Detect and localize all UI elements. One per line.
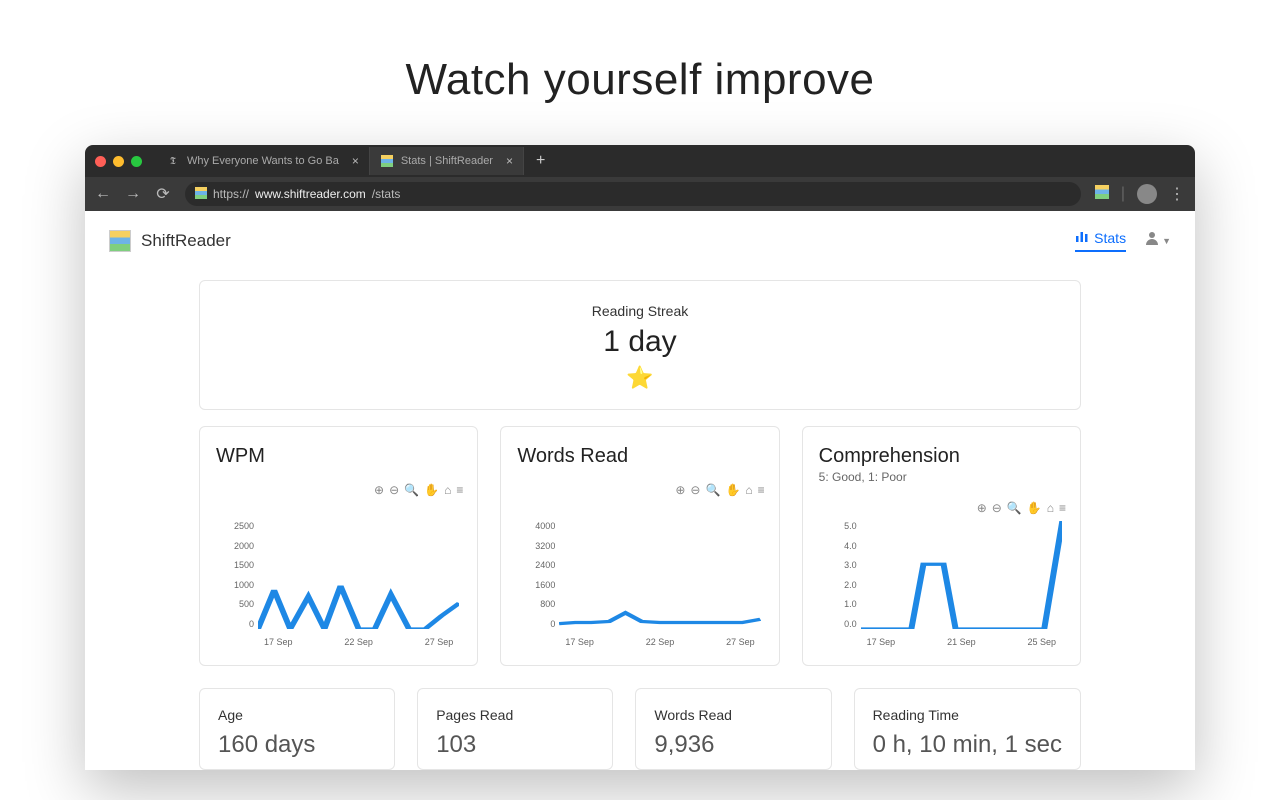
- stats-content: Reading Streak 1 day ⭐ WPM ⊕ ⊖ 🔍 ✋ ⌂ ≡: [109, 262, 1171, 770]
- profile-avatar-icon[interactable]: [1137, 184, 1157, 204]
- browser-tab[interactable]: 𝕿 Why Everyone Wants to Go Ba ×: [156, 147, 370, 175]
- chart-title: WPM: [216, 445, 461, 468]
- pan-icon[interactable]: ✋: [424, 483, 439, 497]
- menu-icon[interactable]: ≡: [456, 483, 463, 497]
- chart-toolbar: ⊕ ⊖ 🔍 ✋ ⌂ ≡: [977, 501, 1066, 515]
- address-bar: ← → ⟳ https://www.shiftreader.com/stats …: [85, 177, 1195, 211]
- zoom-out-icon[interactable]: ⊖: [690, 483, 700, 497]
- chevron-down-icon: ▼: [1162, 236, 1171, 246]
- home-icon[interactable]: ⌂: [444, 483, 451, 497]
- tab-title: Stats | ShiftReader: [401, 155, 493, 167]
- x-axis-ticks: 17 Sep22 Sep27 Sep: [559, 633, 760, 651]
- brand-name: ShiftReader: [141, 231, 231, 251]
- x-axis-ticks: 17 Sep22 Sep27 Sep: [258, 633, 459, 651]
- window-controls: [95, 156, 156, 167]
- chart-subtitle: 5: Good, 1: Poor: [819, 470, 1064, 484]
- chart-plot[interactable]: [861, 521, 1062, 629]
- chart-area: 5.04.03.02.01.00.0 17 Sep21 Sep25 Sep: [821, 521, 1066, 651]
- back-icon[interactable]: ←: [95, 185, 111, 203]
- browser-menu-icon[interactable]: ⋮: [1169, 184, 1185, 204]
- streak-value: 1 day: [200, 325, 1080, 359]
- chart-toolbar: ⊕ ⊖ 🔍 ✋ ⌂ ≡: [675, 483, 764, 497]
- words-read-stat-card: Words Read 9,936: [635, 688, 831, 770]
- stat-value: 9,936: [654, 731, 812, 759]
- tab-title: Why Everyone Wants to Go Ba: [187, 155, 339, 167]
- nav-stats-label: Stats: [1094, 230, 1126, 246]
- x-axis-ticks: 17 Sep21 Sep25 Sep: [861, 633, 1062, 651]
- y-axis-ticks: 5.04.03.02.01.00.0: [821, 521, 857, 629]
- nyt-favicon-icon: 𝕿: [166, 154, 180, 168]
- shiftreader-favicon-icon: [380, 154, 394, 168]
- browser-tab[interactable]: Stats | ShiftReader ×: [370, 147, 524, 175]
- zoom-out-icon[interactable]: ⊖: [389, 483, 399, 497]
- stat-value: 160 days: [218, 731, 376, 759]
- reload-icon[interactable]: ⟳: [155, 184, 171, 204]
- zoom-icon[interactable]: 🔍: [404, 483, 419, 497]
- minimize-window-icon[interactable]: [113, 156, 124, 167]
- stat-label: Words Read: [654, 707, 812, 723]
- browser-window: 𝕿 Why Everyone Wants to Go Ba × Stats | …: [85, 145, 1195, 770]
- app-header: ShiftReader Stats ▼: [109, 229, 1171, 262]
- chart-plot[interactable]: [258, 521, 459, 629]
- reading-time-stat-card: Reading Time 0 h, 10 min, 1 sec: [854, 688, 1081, 770]
- menu-icon[interactable]: ≡: [758, 483, 765, 497]
- maximize-window-icon[interactable]: [131, 156, 142, 167]
- forward-icon[interactable]: →: [125, 185, 141, 203]
- stat-label: Pages Read: [436, 707, 594, 723]
- wpm-chart-card: WPM ⊕ ⊖ 🔍 ✋ ⌂ ≡ 25002000150010005000: [199, 426, 478, 666]
- chart-plot[interactable]: [559, 521, 760, 629]
- new-tab-button[interactable]: +: [524, 152, 557, 170]
- star-icon: ⭐: [200, 365, 1080, 391]
- y-axis-ticks: 40003200240016008000: [519, 521, 555, 629]
- pages-read-stat-card: Pages Read 103: [417, 688, 613, 770]
- pan-icon[interactable]: ✋: [725, 483, 740, 497]
- stat-value: 103: [436, 731, 594, 759]
- pan-icon[interactable]: ✋: [1027, 501, 1042, 515]
- chart-title: Comprehension: [819, 445, 1064, 468]
- zoom-icon[interactable]: 🔍: [705, 483, 720, 497]
- y-axis-ticks: 25002000150010005000: [218, 521, 254, 629]
- brand-logo-icon: [109, 230, 131, 252]
- home-icon[interactable]: ⌂: [745, 483, 752, 497]
- stat-label: Age: [218, 707, 376, 723]
- close-tab-icon[interactable]: ×: [506, 154, 513, 168]
- bar-chart-icon: [1075, 229, 1089, 246]
- url-path: /stats: [372, 187, 401, 201]
- close-window-icon[interactable]: [95, 156, 106, 167]
- browser-chrome: 𝕿 Why Everyone Wants to Go Ba × Stats | …: [85, 145, 1195, 211]
- chart-area: 40003200240016008000 17 Sep22 Sep27 Sep: [519, 521, 764, 651]
- nav-stats-link[interactable]: Stats: [1075, 229, 1126, 252]
- stat-value: 0 h, 10 min, 1 sec: [873, 731, 1062, 759]
- age-stat-card: Age 160 days: [199, 688, 395, 770]
- reading-streak-card: Reading Streak 1 day ⭐: [199, 280, 1081, 410]
- chart-title: Words Read: [517, 445, 762, 468]
- close-tab-icon[interactable]: ×: [352, 154, 359, 168]
- zoom-in-icon[interactable]: ⊕: [977, 501, 987, 515]
- zoom-icon[interactable]: 🔍: [1007, 501, 1022, 515]
- zoom-in-icon[interactable]: ⊕: [374, 483, 384, 497]
- stat-label: Reading Time: [873, 707, 1062, 723]
- comprehension-chart-card: Comprehension 5: Good, 1: Poor ⊕ ⊖ 🔍 ✋ ⌂…: [802, 426, 1081, 666]
- brand[interactable]: ShiftReader: [109, 230, 231, 252]
- menu-icon[interactable]: ≡: [1059, 501, 1066, 515]
- tab-bar: 𝕿 Why Everyone Wants to Go Ba × Stats | …: [85, 145, 1195, 177]
- words-read-chart-card: Words Read ⊕ ⊖ 🔍 ✋ ⌂ ≡ 40003200240016008…: [500, 426, 779, 666]
- zoom-out-icon[interactable]: ⊖: [992, 501, 1002, 515]
- extension-icon[interactable]: [1095, 185, 1109, 204]
- page-headline: Watch yourself improve: [0, 0, 1280, 145]
- app-viewport: ShiftReader Stats ▼ Reading: [85, 211, 1195, 770]
- chart-area: 25002000150010005000 17 Sep22 Sep27 Sep: [218, 521, 463, 651]
- url-host: www.shiftreader.com: [255, 187, 366, 201]
- streak-label: Reading Streak: [200, 303, 1080, 319]
- url-prefix: https://: [213, 187, 249, 201]
- zoom-in-icon[interactable]: ⊕: [675, 483, 685, 497]
- url-input[interactable]: https:// www.shiftreader.com/stats: [185, 182, 1081, 206]
- chart-toolbar: ⊕ ⊖ 🔍 ✋ ⌂ ≡: [374, 483, 463, 497]
- user-menu[interactable]: ▼: [1144, 230, 1171, 251]
- user-icon: [1144, 230, 1160, 251]
- home-icon[interactable]: ⌂: [1047, 501, 1054, 515]
- site-info-icon[interactable]: [195, 187, 207, 202]
